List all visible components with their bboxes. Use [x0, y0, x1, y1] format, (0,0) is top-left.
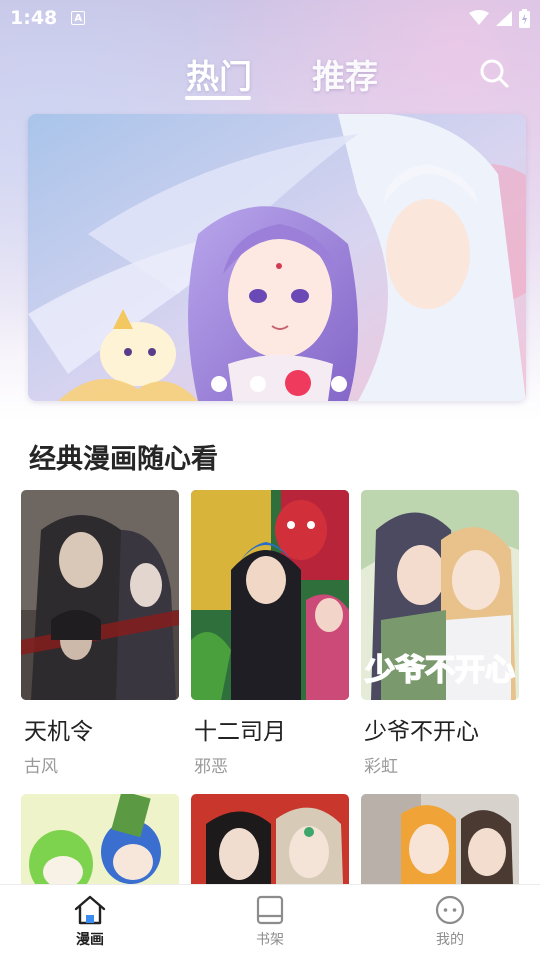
section-title: 经典漫画随心看 — [29, 444, 218, 475]
active-tab-indicator — [185, 96, 251, 100]
comic-title[interactable]: 天机令 — [24, 712, 179, 746]
battery-icon — [519, 8, 530, 28]
nav-label: 漫画 — [76, 932, 104, 948]
comic-genre: 邪恶 — [194, 757, 228, 777]
search-icon[interactable] — [478, 57, 510, 89]
comic-cover[interactable] — [191, 794, 349, 884]
wifi-icon — [469, 10, 489, 25]
top-tabs: 热门 推荐 — [0, 50, 540, 106]
status-icons — [469, 8, 530, 28]
tab-hot[interactable]: 热门 — [186, 50, 252, 98]
comic-cover[interactable] — [21, 490, 179, 700]
comic-genre: 彩虹 — [364, 757, 398, 777]
notification-icon: A — [71, 11, 86, 25]
comic-cover[interactable] — [21, 794, 179, 884]
comic-card[interactable]: 少爷不开心 少爷不开心 彩虹 — [361, 490, 519, 777]
banner-carousel[interactable] — [28, 114, 526, 401]
nav-item-profile[interactable]: 我的 — [410, 895, 490, 955]
home-icon — [74, 895, 106, 925]
tab-recommend[interactable]: 推荐 — [312, 50, 378, 98]
banner-artwork — [28, 114, 526, 401]
comic-cover[interactable] — [361, 794, 519, 884]
comic-title[interactable]: 十二司月 — [194, 712, 349, 746]
comic-title[interactable]: 少爷不开心 — [364, 712, 519, 746]
nav-label: 书架 — [256, 932, 284, 948]
signal-icon — [496, 10, 512, 26]
svg-text:少爷不开心: 少爷不开心 — [365, 653, 515, 688]
face-icon — [435, 895, 465, 925]
status-bar: 1:48 A — [0, 0, 540, 36]
carousel-dot-active[interactable] — [285, 370, 311, 396]
comic-cover[interactable] — [191, 490, 349, 700]
carousel-dot[interactable] — [250, 376, 266, 392]
comic-genre: 古风 — [24, 757, 58, 777]
carousel-dot[interactable] — [331, 376, 347, 392]
nav-label: 我的 — [436, 932, 464, 948]
comic-card[interactable]: 十二司月 邪恶 — [191, 490, 349, 777]
comic-cover[interactable]: 少爷不开心 — [361, 490, 519, 700]
nav-item-comics[interactable]: 漫画 — [50, 895, 130, 955]
comic-card[interactable]: 天机令 古风 — [21, 490, 179, 777]
carousel-dot[interactable] — [211, 376, 227, 392]
carousel-dots — [28, 370, 526, 396]
bookshelf-icon — [256, 895, 284, 925]
nav-item-bookshelf[interactable]: 书架 — [230, 895, 310, 955]
bottom-navigation: 漫画 书架 我的 — [0, 884, 540, 960]
status-time: 1:48 — [10, 7, 58, 29]
